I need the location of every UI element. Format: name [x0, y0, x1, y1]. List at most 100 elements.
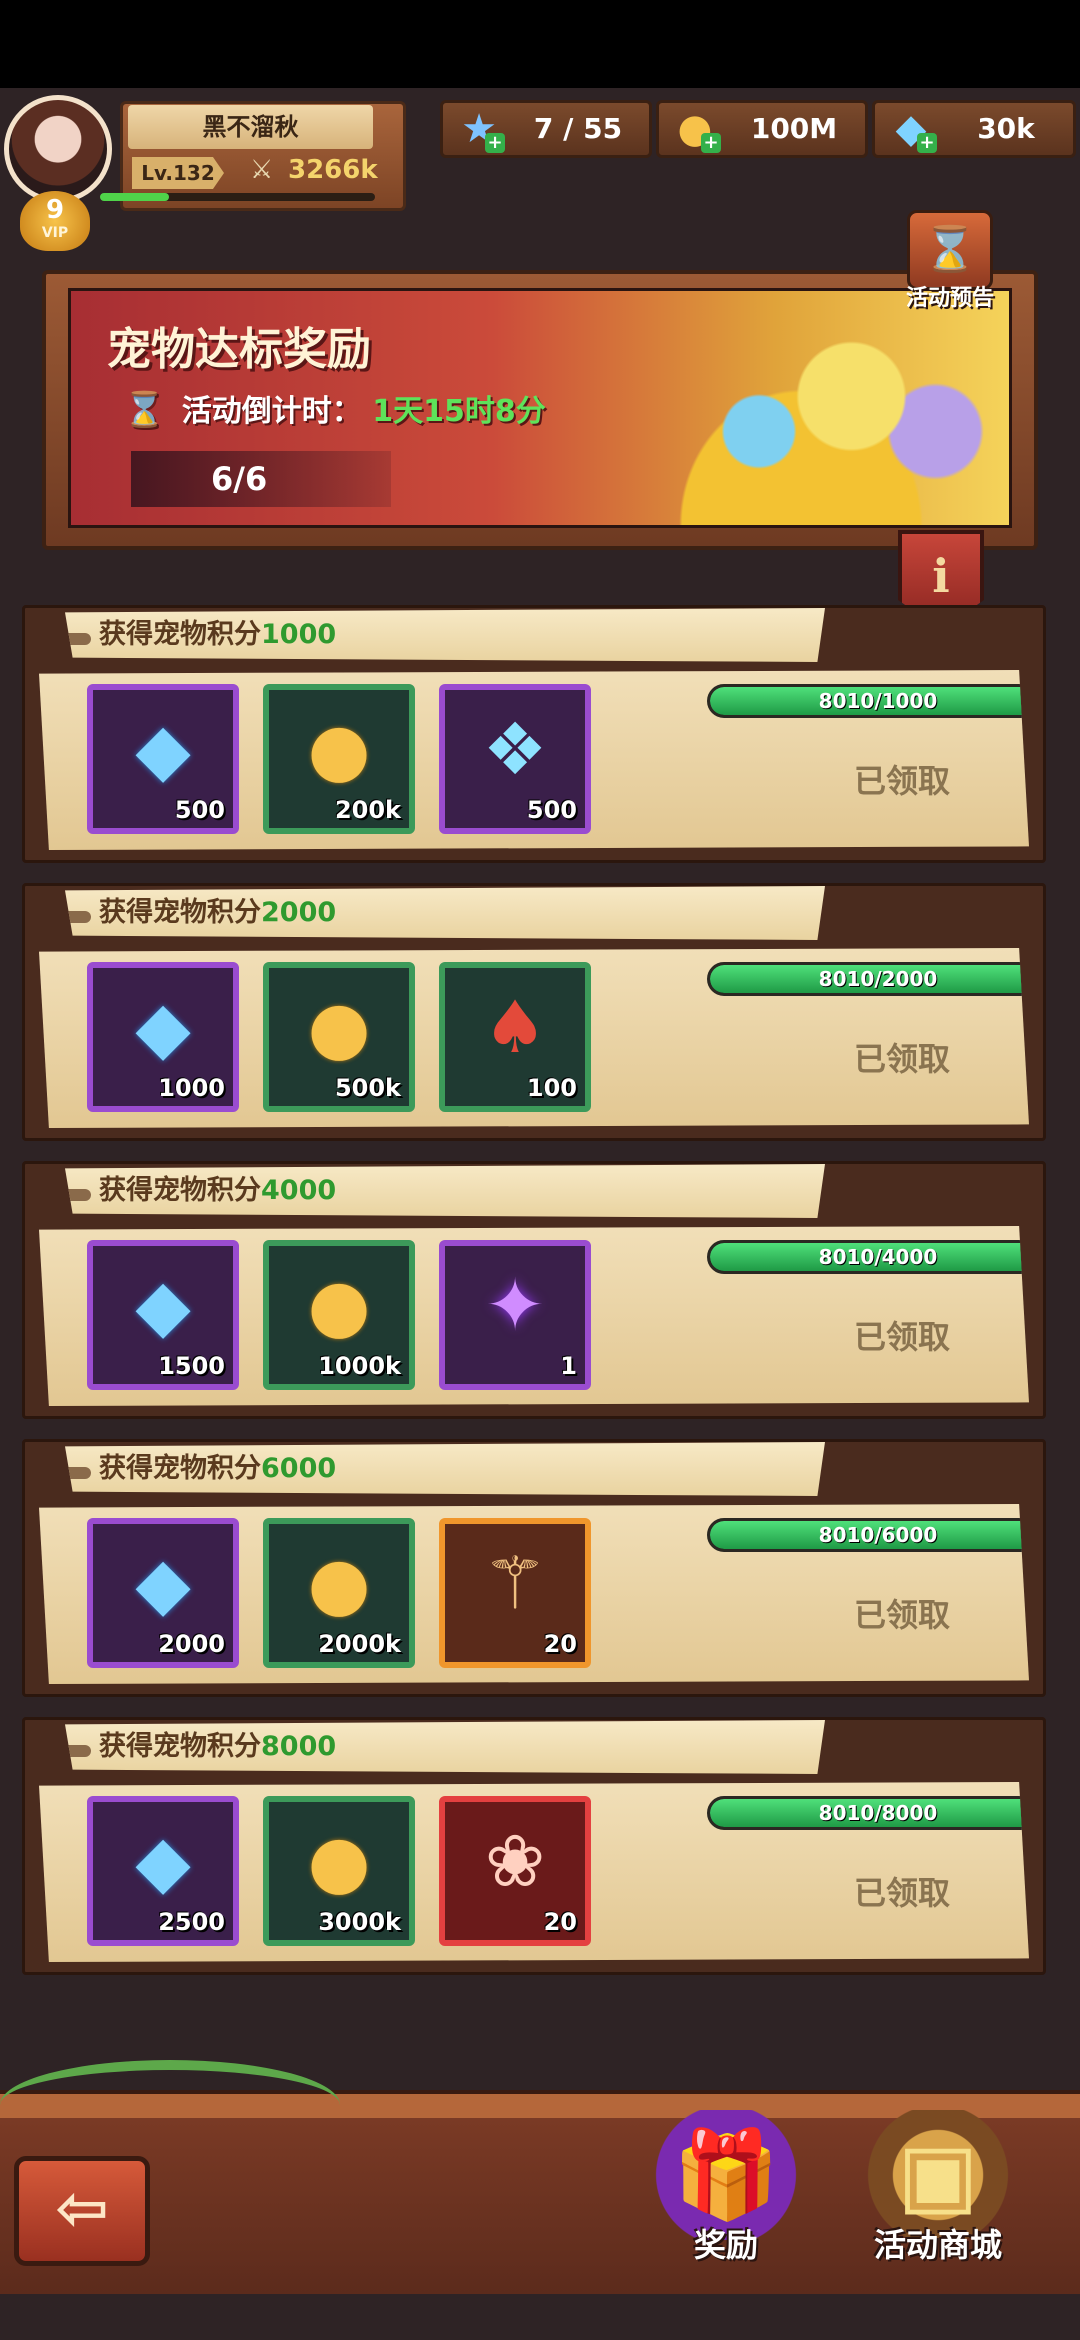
reward-progress-bar: 8010/8000	[707, 1796, 1029, 1830]
currency-stamina[interactable]: ★ + 7 / 55	[440, 100, 652, 158]
scroll-icon: ⚚	[482, 1541, 548, 1625]
event-banner: 宠物达标奖励 ⌛ 活动倒计时： 1天15时8分 6/6	[42, 270, 1038, 550]
rope-icon	[65, 910, 91, 923]
countdown: ⌛ 活动倒计时： 1天15时8分	[123, 386, 546, 430]
vine-decoration	[0, 2060, 340, 2150]
reward-item-coin[interactable]: ● 1000k	[263, 1240, 415, 1390]
claimed-status: 已领取	[853, 1318, 950, 1356]
reward-item-quantity: 2000k	[318, 1630, 401, 1658]
event-preview-label: 活动预告	[905, 286, 994, 311]
reward-progress-text: 8010/4000	[818, 1245, 938, 1269]
event-shop-button[interactable]: ▣ 活动商城	[848, 2110, 1028, 2290]
reward-card: ◆ 2500 ● 3000k ❀ 20 8010/8000 已领取	[39, 1782, 1029, 1962]
reward-card: ◆ 2000 ● 2000k ⚚ 20 8010/6000 已领取	[39, 1504, 1029, 1684]
diamond-value: 30k	[977, 112, 1035, 145]
claimed-status: 已领取	[853, 1874, 950, 1912]
event-shop-label: 活动商城	[873, 2226, 1002, 2264]
player-power: 3266k	[288, 155, 378, 185]
reward-card: ◆ 1500 ● 1000k ✦ 1 8010/4000 已领取	[39, 1226, 1029, 1406]
back-button[interactable]: ⇦	[14, 2156, 150, 2266]
player-name: 黑不溜秋	[128, 105, 373, 149]
crystal-icon: ❖	[482, 707, 548, 791]
bag-icon: ♠	[482, 985, 548, 1069]
reward-progress-text: 8010/2000	[818, 967, 938, 991]
reward-row: 获得宠物积分2000 ◆ 1000 ● 500k ♠ 100 8010/2000 已领取	[22, 883, 1046, 1141]
coin-icon: ●	[307, 707, 371, 791]
event-preview-button[interactable]: ⌛ 活动预告	[890, 210, 1010, 330]
gold-value: 100M	[750, 112, 838, 145]
reward-condition-target: 2000	[261, 897, 337, 928]
event-title: 宠物达标奖励	[107, 324, 371, 375]
reward-condition-target: 6000	[261, 1453, 337, 1484]
reward-condition-label: 获得宠物积分	[99, 619, 261, 650]
stamina-value: 7 / 55	[533, 112, 623, 145]
rope-icon	[65, 1466, 91, 1479]
currency-gold[interactable]: ● + 100M	[656, 100, 868, 158]
diamond-icon: ◆	[135, 1541, 191, 1625]
rope-icon	[65, 1744, 91, 1757]
reward-condition-target: 1000	[261, 619, 337, 650]
reward-item-quantity: 500	[526, 796, 577, 824]
reward-item-quantity: 1000	[158, 1074, 225, 1102]
reward-item-diamond[interactable]: ◆ 1000	[87, 962, 239, 1112]
reward-card: ◆ 500 ● 200k ❖ 500 8010/1000 已领取	[39, 670, 1029, 850]
reward-row: 获得宠物积分1000 ◆ 500 ● 200k ❖ 500 8010/1000 已领取	[22, 605, 1046, 863]
reward-item-diamond[interactable]: ◆ 1500	[87, 1240, 239, 1390]
reward-item-crystal[interactable]: ❖ 500	[439, 684, 591, 834]
xp-bar	[100, 193, 375, 201]
reward-condition-label: 获得宠物积分	[99, 1175, 261, 1206]
vip-level: 9	[45, 195, 65, 225]
reward-item-paw[interactable]: ❀ 20	[439, 1796, 591, 1946]
reward-condition-label: 获得宠物积分	[99, 1453, 261, 1484]
reward-item-scroll[interactable]: ⚚ 20	[439, 1518, 591, 1668]
reward-condition-target: 8000	[261, 1731, 337, 1762]
reward-item-quantity: 100	[526, 1074, 577, 1102]
reward-progress-bar: 8010/1000	[707, 684, 1029, 718]
currency-diamond[interactable]: ◆ + 30k	[872, 100, 1076, 158]
scroll-icon: ⌛	[907, 210, 993, 290]
coin-icon: ●	[307, 985, 371, 1069]
reward-row: 获得宠物积分6000 ◆ 2000 ● 2000k ⚚ 20 8010/6000 已领取	[22, 1439, 1046, 1697]
claimed-status: 已领取	[853, 1040, 950, 1078]
reward-item-orb[interactable]: ✦ 1	[439, 1240, 591, 1390]
reward-item-coin[interactable]: ● 200k	[263, 684, 415, 834]
add-diamond-button[interactable]: +	[917, 133, 937, 153]
reward-item-diamond[interactable]: ◆ 500	[87, 684, 239, 834]
reward-item-quantity: 500	[174, 796, 225, 824]
diamond-icon: ◆	[135, 1819, 191, 1903]
vip-label: VIP	[41, 225, 69, 241]
player-profile[interactable]: 黑不溜秋 Lv.132 ⚔ 3266k 9 VIP	[0, 95, 410, 251]
rope-icon	[65, 632, 91, 645]
reward-card: ◆ 1000 ● 500k ♠ 100 8010/2000 已领取	[39, 948, 1029, 1128]
avatar[interactable]	[4, 95, 112, 203]
coin-icon: ●	[307, 1263, 371, 1347]
reward-item-diamond[interactable]: ◆ 2000	[87, 1518, 239, 1668]
reward-condition-target: 4000	[261, 1175, 337, 1206]
reward-row: 获得宠物积分4000 ◆ 1500 ● 1000k ✦ 1 8010/4000 已领取	[22, 1161, 1046, 1419]
reward-item-quantity: 500k	[334, 1074, 401, 1102]
reward-progress-text: 8010/1000	[818, 689, 938, 713]
reward-row-title: 获得宠物积分8000	[65, 1720, 825, 1774]
player-level: Lv.132	[132, 157, 224, 189]
rope-icon	[65, 1188, 91, 1201]
reward-item-coin[interactable]: ● 2000k	[263, 1518, 415, 1668]
paw-icon: ❀	[484, 1819, 546, 1903]
orb-icon: ✦	[484, 1263, 546, 1347]
add-stamina-button[interactable]: +	[485, 133, 505, 153]
reward-item-quantity: 1000k	[318, 1352, 401, 1380]
event-progress-value: 6/6	[211, 460, 268, 498]
reward-item-coin[interactable]: ● 500k	[263, 962, 415, 1112]
reward-row-title: 获得宠物积分6000	[65, 1442, 825, 1496]
reward-item-quantity: 2500	[158, 1908, 225, 1936]
reward-item-quantity: 20	[543, 1908, 577, 1936]
xp-fill	[100, 193, 169, 201]
add-gold-button[interactable]: +	[701, 133, 721, 153]
hourglass-icon: ⌛	[123, 390, 166, 430]
reward-item-diamond[interactable]: ◆ 2500	[87, 1796, 239, 1946]
reward-item-coin[interactable]: ● 3000k	[263, 1796, 415, 1946]
vip-badge[interactable]: 9 VIP	[20, 191, 90, 251]
reward-tab-button[interactable]: 🎁 奖励	[636, 2110, 816, 2290]
reward-item-bag[interactable]: ♠ 100	[439, 962, 591, 1112]
reward-progress-bar: 8010/2000	[707, 962, 1029, 996]
reward-progress-bar: 8010/4000	[707, 1240, 1029, 1274]
